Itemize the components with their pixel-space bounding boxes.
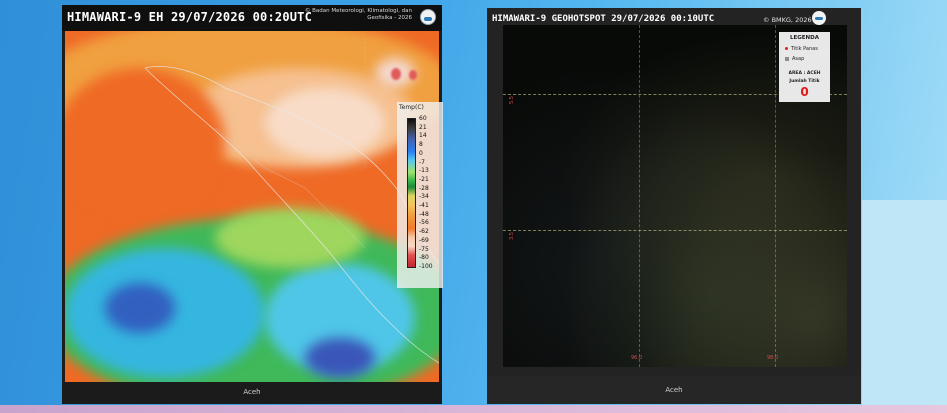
colour-scale-bar [407,118,416,268]
legend-tick: 8 [419,141,423,149]
map-title-bar: HIMAWARI-9 EH 29/07/2026 00:20UTC © Bada… [62,5,442,31]
longitude-gridline [639,25,640,367]
legend-tick: -28 [419,184,429,192]
legend-tick: -7 [419,158,425,166]
map-credit: © Badan Meteorologi, Klimatologi, dan Ge… [304,8,412,21]
legend-tick: -34 [419,193,429,201]
legend-area: AREA : ACEH [788,71,821,76]
smoke-square-icon [785,56,789,61]
legend-tick: -48 [419,210,429,218]
bmkg-logo [420,9,436,25]
legend-ticks: 60 21 14 8 0 -7 -13 -21 -28 -34 -41 -48 … [419,116,441,270]
legend-tick: -56 [419,219,429,227]
panel-footer: Aceh [487,376,861,404]
legend-item-smoke: Asap [785,56,804,62]
himawari-geohotspot-panel: 5.5 3.5 96.0 98.0 HIMAWARI-9 GEOHOTSPOT … [487,8,861,404]
legend-tick: -62 [419,228,429,236]
area-label: Aceh [665,386,683,394]
legend-item-label: Titik Panas [791,46,818,52]
latitude-label: 3.5 [508,232,515,240]
legend-tick: -41 [419,202,429,210]
legend-tick: 0 [419,149,423,157]
panel-footer: Aceh [62,382,442,404]
hotspot-count-value: 0 [800,85,809,99]
map-title: HIMAWARI-9 EH 29/07/2026 00:20UTC [67,10,313,24]
latitude-label: 5.5 [508,96,515,104]
legend-tick: 14 [419,132,427,140]
himawari-eh-panel: HIMAWARI-9 EH 29/07/2026 00:20UTC © Bada… [62,5,443,404]
longitude-gridline [775,25,776,367]
legend-item-label: Asap [792,56,805,62]
hotspot-dot-icon [785,47,788,50]
legend-tick: -100 [419,262,433,270]
legend-tick: 21 [419,123,427,131]
legend-tick: -75 [419,245,429,253]
legend-tick: -21 [419,175,429,183]
map-title: HIMAWARI-9 GEOHOTSPOT 29/07/2026 00:10UT… [492,14,715,24]
area-label: Aceh [243,388,261,396]
bmkg-logo [812,11,826,25]
satellite-temperature-map[interactable] [65,8,439,382]
hotspot-legend: LEGENDA Titik Panas Asap AREA : ACEH Jum… [779,32,830,102]
latitude-gridline [503,230,847,231]
hotspot-count-label: Jumlah Titik [789,79,820,84]
legend-tick: -13 [419,167,429,175]
legend-tick: 60 [419,115,427,122]
coastline-overlay [144,38,439,364]
map-credit: © BMKG, 2026 [763,16,812,24]
legend-item-hotspot: Titik Panas [785,46,818,52]
background-panel [862,200,947,413]
legend-tick: -69 [419,236,429,244]
background-strip [0,405,947,413]
longitude-label: 98.0 [767,355,779,361]
longitude-label: 96.0 [631,355,643,361]
legend-title: LEGENDA [790,35,819,41]
temperature-legend: Temp(C) 60 21 14 8 0 -7 -13 -21 -28 -34 … [397,102,443,288]
legend-title: Temp(C) [399,104,424,111]
legend-tick: -80 [419,254,429,262]
